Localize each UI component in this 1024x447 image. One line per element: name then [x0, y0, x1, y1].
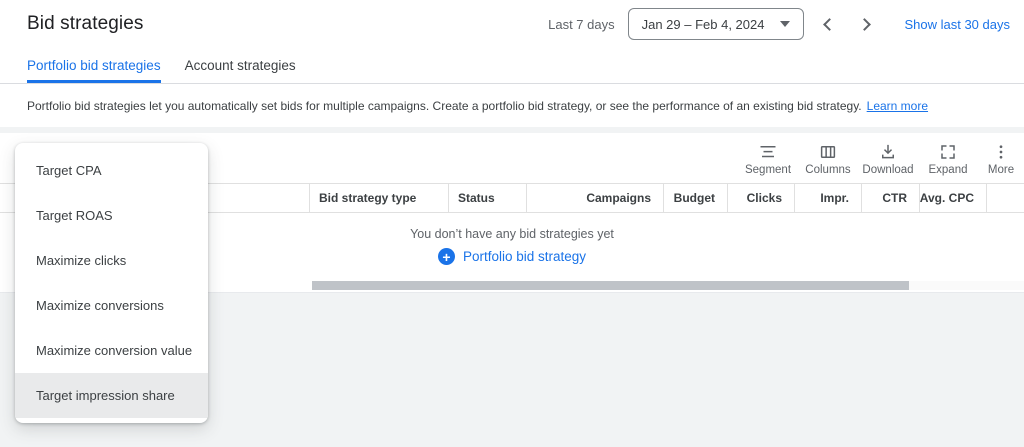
previous-period-button[interactable]	[816, 12, 840, 36]
empty-state-message: You don’t have any bid strategies yet	[410, 227, 614, 241]
date-range-picker[interactable]: Jan 29 – Feb 4, 2024	[627, 8, 805, 40]
description-bar: Portfolio bid strategies let you automat…	[0, 84, 1024, 127]
menu-item[interactable]: Maximize conversion value	[15, 328, 208, 373]
column-header[interactable]: Avg. CPC	[920, 184, 987, 212]
show-last-30-days-link[interactable]: Show last 30 days	[904, 17, 1010, 32]
chevron-left-icon	[823, 17, 837, 31]
download-button[interactable]: Download	[858, 141, 918, 176]
download-icon	[882, 144, 894, 158]
date-range-value: Jan 29 – Feb 4, 2024	[641, 16, 765, 32]
segment-button-label: Segment	[744, 163, 792, 176]
columns-icon	[820, 145, 836, 158]
column-header[interactable]: CTR	[862, 184, 920, 212]
bid-strategy-type-menu: Target CPA Target ROAS Maximize clicks M…	[15, 143, 208, 423]
column-header[interactable]: Campaigns	[527, 184, 664, 212]
more-icon	[999, 144, 1003, 159]
more-button-label: More	[987, 163, 1015, 176]
download-button-label: Download	[862, 163, 914, 176]
learn-more-link[interactable]: Learn more	[867, 99, 928, 113]
expand-button-label: Expand	[928, 163, 968, 176]
more-button[interactable]: More	[978, 141, 1024, 176]
column-header[interactable]: Impr.	[795, 184, 862, 212]
expand-button[interactable]: Expand	[918, 141, 978, 176]
menu-item[interactable]: Maximize clicks	[15, 238, 208, 283]
column-header[interactable]: Bid strategy type	[310, 184, 449, 212]
horizontal-scrollbar-thumb[interactable]	[312, 281, 909, 290]
chevron-right-icon	[858, 17, 872, 31]
expand-icon	[941, 144, 955, 159]
columns-button-label: Columns	[805, 163, 851, 176]
tab-bar: Portfolio bid strategies Account strateg…	[0, 48, 1024, 84]
menu-item[interactable]: Target CPA	[15, 148, 208, 193]
tab-account-strategies[interactable]: Account strategies	[185, 48, 296, 83]
plus-circle-icon: +	[437, 248, 455, 265]
column-header[interactable]: Budget	[664, 184, 728, 212]
column-header-partial	[987, 184, 1024, 212]
menu-item[interactable]: Maximize conversions	[15, 283, 208, 328]
top-bar: Bid strategies Last 7 days Jan 29 – Feb …	[0, 0, 1024, 48]
description-text: Portfolio bid strategies let you automat…	[27, 98, 862, 113]
caret-down-icon	[780, 21, 791, 27]
add-portfolio-bid-strategy-button[interactable]: + Portfolio bid strategy	[437, 248, 587, 265]
columns-button[interactable]: Columns	[798, 141, 858, 176]
segment-button[interactable]: Segment	[738, 141, 798, 176]
column-header[interactable]: Status	[449, 184, 527, 212]
page-title: Bid strategies	[27, 13, 144, 34]
horizontal-scrollbar-track	[312, 281, 1024, 290]
segment-icon	[760, 145, 776, 157]
next-period-button[interactable]	[854, 12, 878, 36]
column-header[interactable]: Clicks	[728, 184, 795, 212]
menu-item[interactable]: Target impression share	[15, 373, 208, 418]
date-range-preset-label: Last 7 days	[548, 16, 615, 32]
date-range-controls: Last 7 days Jan 29 – Feb 4, 2024 Show la…	[548, 8, 1010, 40]
menu-item[interactable]: Target ROAS	[15, 193, 208, 238]
add-portfolio-bid-strategy-label: Portfolio bid strategy	[462, 249, 587, 264]
tab-portfolio-bid-strategies[interactable]: Portfolio bid strategies	[27, 48, 161, 83]
